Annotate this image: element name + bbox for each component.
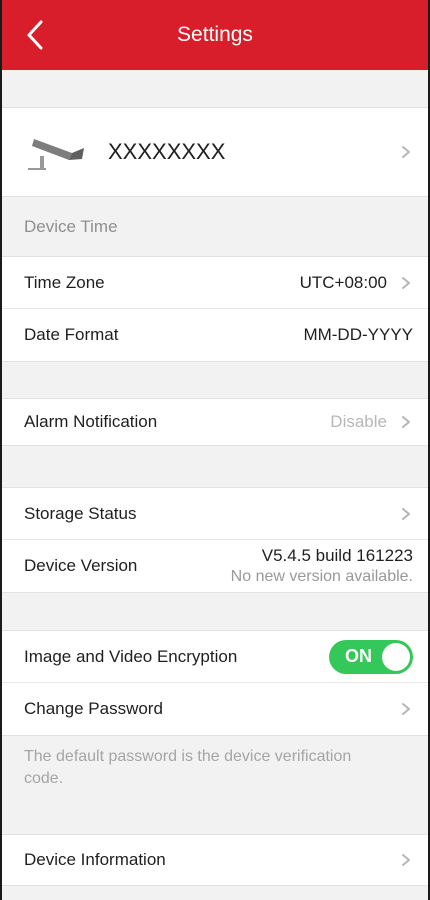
device-version-subvalue: No new version available.	[230, 567, 413, 585]
security-section: Image and Video Encryption ON Change Pas…	[2, 630, 428, 736]
encryption-row: Image and Video Encryption ON	[2, 631, 428, 683]
change-password-row[interactable]: Change Password	[2, 683, 428, 735]
date-format-label: Date Format	[24, 325, 119, 344]
device-section: XXXXXXXX	[2, 107, 428, 197]
page-title: Settings	[177, 23, 253, 46]
chevron-right-icon	[402, 146, 410, 158]
device-time-header: Device Time	[24, 217, 118, 236]
alarm-section: Alarm Notification Disable	[2, 398, 428, 446]
date-format-row[interactable]: Date Format MM-DD-YYYY	[2, 309, 428, 361]
storage-version-section: Storage Status Device Version V5.4.5 bui…	[2, 487, 428, 593]
alarm-notification-value: Disable	[330, 412, 387, 431]
date-format-value: MM-DD-YYYY	[303, 325, 413, 344]
toggle-knob	[382, 642, 410, 671]
device-version-row[interactable]: Device Version V5.4.5 build 161223 No ne…	[2, 540, 428, 592]
time-zone-value: UTC+08:00	[299, 272, 387, 292]
chevron-right-icon	[402, 507, 410, 520]
chevron-right-icon	[402, 416, 410, 428]
alarm-notification-row[interactable]: Alarm Notification Disable	[2, 399, 428, 445]
time-zone-row[interactable]: Time Zone UTC+08:00	[2, 257, 428, 309]
chevron-right-icon	[402, 276, 410, 289]
storage-status-label: Storage Status	[24, 503, 137, 523]
device-version-value: V5.4.5 build 161223	[261, 546, 413, 566]
device-information-section: Device Information	[2, 834, 428, 886]
device-information-row[interactable]: Device Information	[2, 835, 428, 885]
back-chevron-icon	[27, 20, 43, 50]
device-information-label: Device Information	[24, 850, 166, 869]
encryption-toggle[interactable]: ON	[329, 639, 413, 674]
device-time-section: Time Zone UTC+08:00 Date Format MM-DD-YY…	[2, 256, 428, 362]
alarm-notification-label: Alarm Notification	[24, 412, 158, 431]
device-version-label: Device Version	[24, 556, 138, 575]
change-password-label: Change Password	[24, 699, 163, 718]
storage-status-row[interactable]: Storage Status	[2, 488, 428, 540]
password-help-text: The default password is the device verif…	[24, 748, 352, 787]
app-frame: Settings XXXXXXXX Device Time Time Zone …	[0, 0, 430, 900]
toggle-state: ON	[345, 646, 372, 666]
chevron-right-icon	[402, 854, 410, 866]
device-row[interactable]: XXXXXXXX	[2, 108, 428, 196]
camera-icon	[28, 139, 84, 170]
chevron-right-icon	[402, 703, 410, 715]
back-button[interactable]	[20, 18, 50, 52]
device-name: XXXXXXXX	[108, 139, 226, 164]
encryption-label: Image and Video Encryption	[24, 646, 238, 666]
time-zone-label: Time Zone	[24, 272, 105, 292]
top-bar: Settings	[2, 0, 428, 70]
